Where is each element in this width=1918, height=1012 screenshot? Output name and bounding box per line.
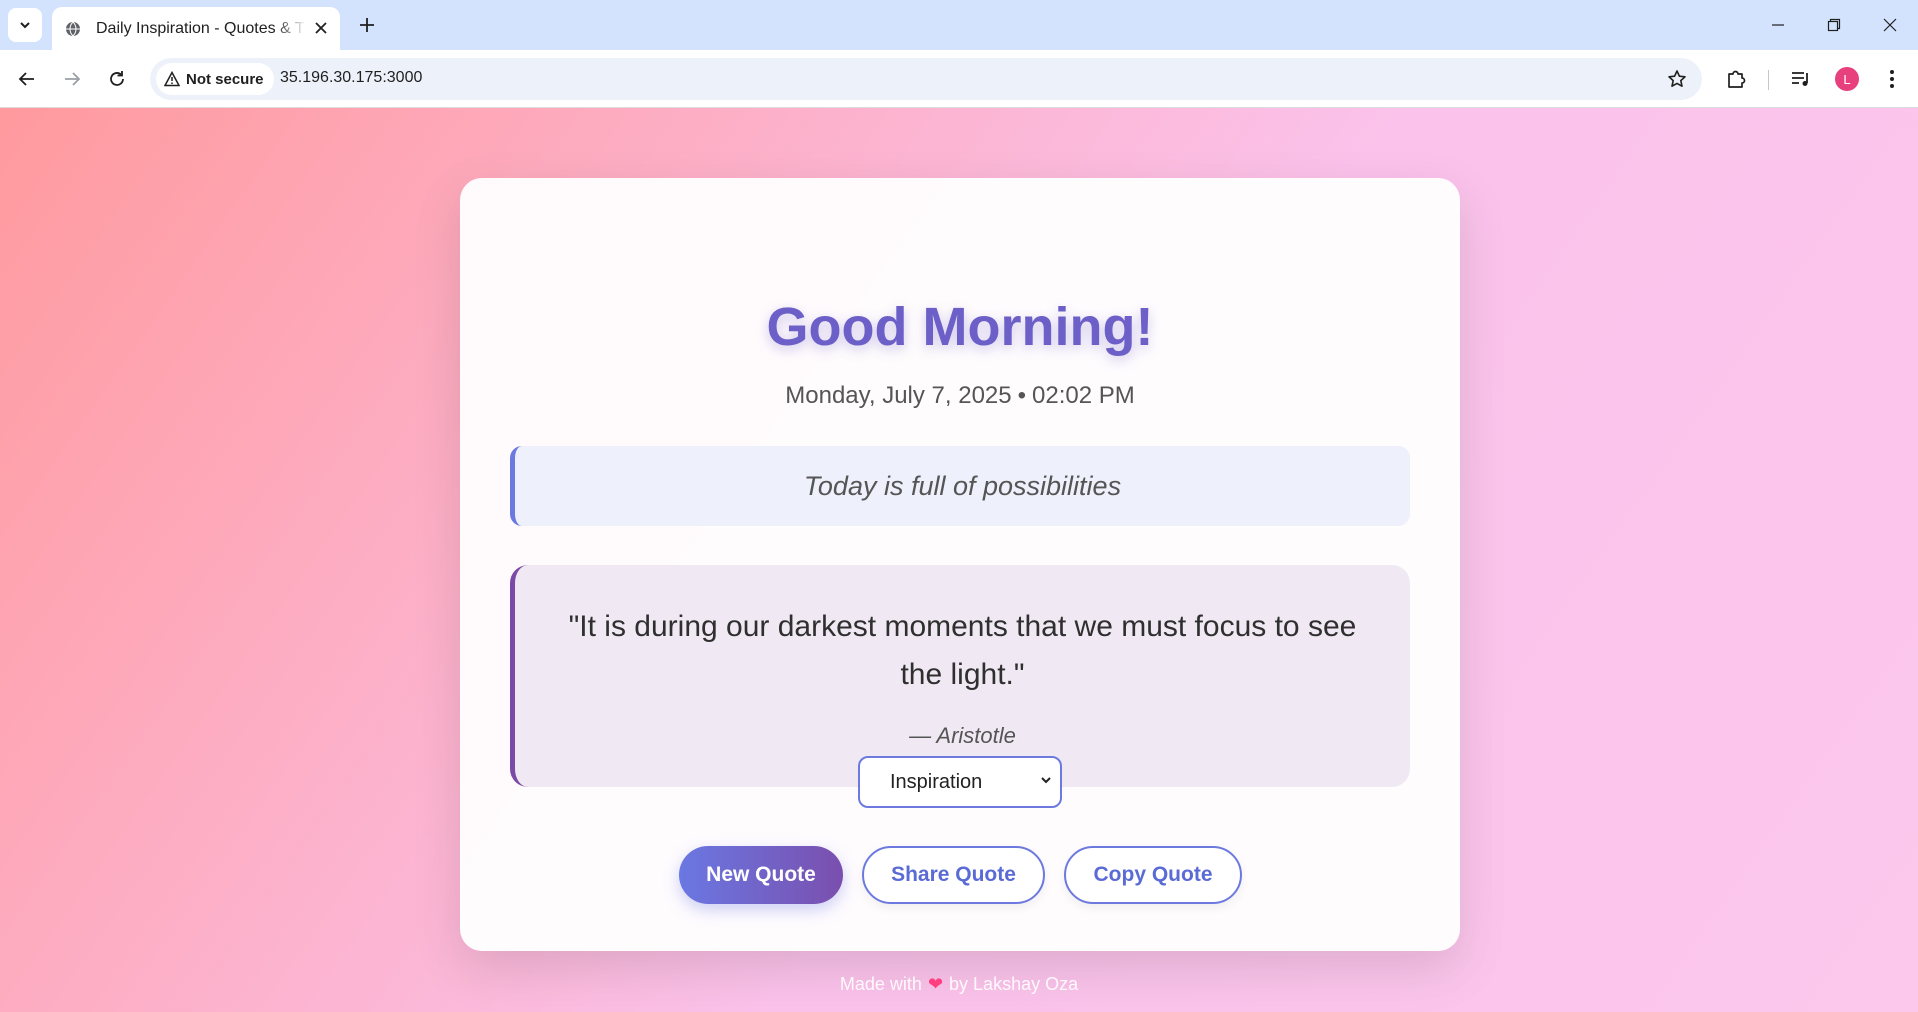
security-indicator[interactable]: Not secure	[156, 63, 274, 95]
copy-quote-button[interactable]: Copy Quote	[1064, 846, 1242, 904]
affirmation-box: Today is full of possibilities	[510, 446, 1410, 526]
minimize-icon	[1772, 24, 1784, 26]
bookmark-button[interactable]	[1662, 64, 1692, 94]
forward-arrow-icon	[65, 72, 81, 86]
back-arrow-icon	[18, 72, 34, 86]
affirmation-text: Today is full of possibilities	[803, 470, 1122, 501]
puzzle-icon	[1728, 70, 1746, 88]
toolbar-divider	[1768, 70, 1769, 90]
reload-icon	[110, 71, 124, 86]
back-button[interactable]	[9, 61, 45, 97]
restore-icon	[1827, 18, 1841, 32]
profile-button[interactable]: L	[1829, 61, 1865, 97]
warning-icon	[164, 71, 180, 87]
tab-title: Daily Inspiration - Quotes & Thoughts	[96, 19, 306, 37]
security-label: Not secure	[186, 70, 264, 88]
extensions-button[interactable]	[1718, 61, 1754, 97]
avatar: L	[1835, 67, 1859, 91]
quote-author: — Aristotle	[909, 723, 1016, 748]
quote-text: "It is during our darkest moments that w…	[568, 610, 1357, 691]
new-quote-button[interactable]: New Quote	[679, 846, 843, 904]
date-time: Monday, July 7, 2025 • 02:02 PM	[460, 382, 1460, 410]
heart-icon: ❤	[927, 974, 944, 994]
tab-search-button[interactable]	[8, 8, 42, 42]
minimize-button[interactable]	[1750, 0, 1806, 50]
browser-toolbar: Not secure 35.196.30.175:3000 L	[0, 50, 1918, 108]
footer: Made with ❤ by Lakshay Oza	[0, 974, 1918, 995]
menu-button[interactable]	[1874, 61, 1910, 97]
current-date: Monday, July 7, 2025	[785, 382, 1012, 409]
quote-box: "It is during our darkest moments that w…	[510, 565, 1410, 787]
url-text[interactable]: 35.196.30.175:3000	[280, 69, 422, 87]
category-selected-value: Inspiration	[890, 770, 983, 793]
address-bar[interactable]: Not secure 35.196.30.175:3000	[150, 58, 1702, 100]
reload-button[interactable]	[99, 61, 135, 97]
more-vert-icon	[1890, 70, 1894, 88]
restore-button[interactable]	[1806, 0, 1862, 50]
star-icon	[1668, 70, 1686, 87]
chevron-down-icon	[20, 22, 30, 29]
close-tab-icon[interactable]	[310, 17, 332, 39]
greeting-heading: Good Morning!	[766, 297, 1154, 357]
playlist-icon	[1792, 72, 1808, 86]
browser-tab-active[interactable]: Daily Inspiration - Quotes & Thoughts	[52, 7, 340, 50]
current-time: 02:02 PM	[1032, 382, 1135, 409]
share-quote-button[interactable]: Share Quote	[862, 846, 1045, 904]
footer-prefix: Made with	[839, 974, 922, 994]
quote-card: Good Morning! Monday, July 7, 2025 • 02:02…	[460, 178, 1460, 951]
media-controls-button[interactable]	[1783, 61, 1819, 97]
forward-button[interactable]	[54, 61, 90, 97]
page-viewport: Good Morning! Monday, July 7, 2025 • 02:02…	[0, 108, 1918, 1012]
new-tab-button[interactable]	[350, 8, 384, 42]
date-time-separator: •	[1017, 382, 1027, 409]
close-window-button[interactable]	[1862, 0, 1918, 50]
plus-icon	[360, 18, 374, 32]
chevron-down-icon	[1041, 777, 1051, 784]
globe-icon	[64, 20, 82, 38]
footer-suffix: by Lakshay Oza	[949, 974, 1079, 994]
category-select[interactable]: Inspiration	[858, 756, 1062, 808]
close-icon	[1883, 18, 1897, 32]
browser-tabstrip: Daily Inspiration - Quotes & Thoughts	[0, 0, 1918, 50]
